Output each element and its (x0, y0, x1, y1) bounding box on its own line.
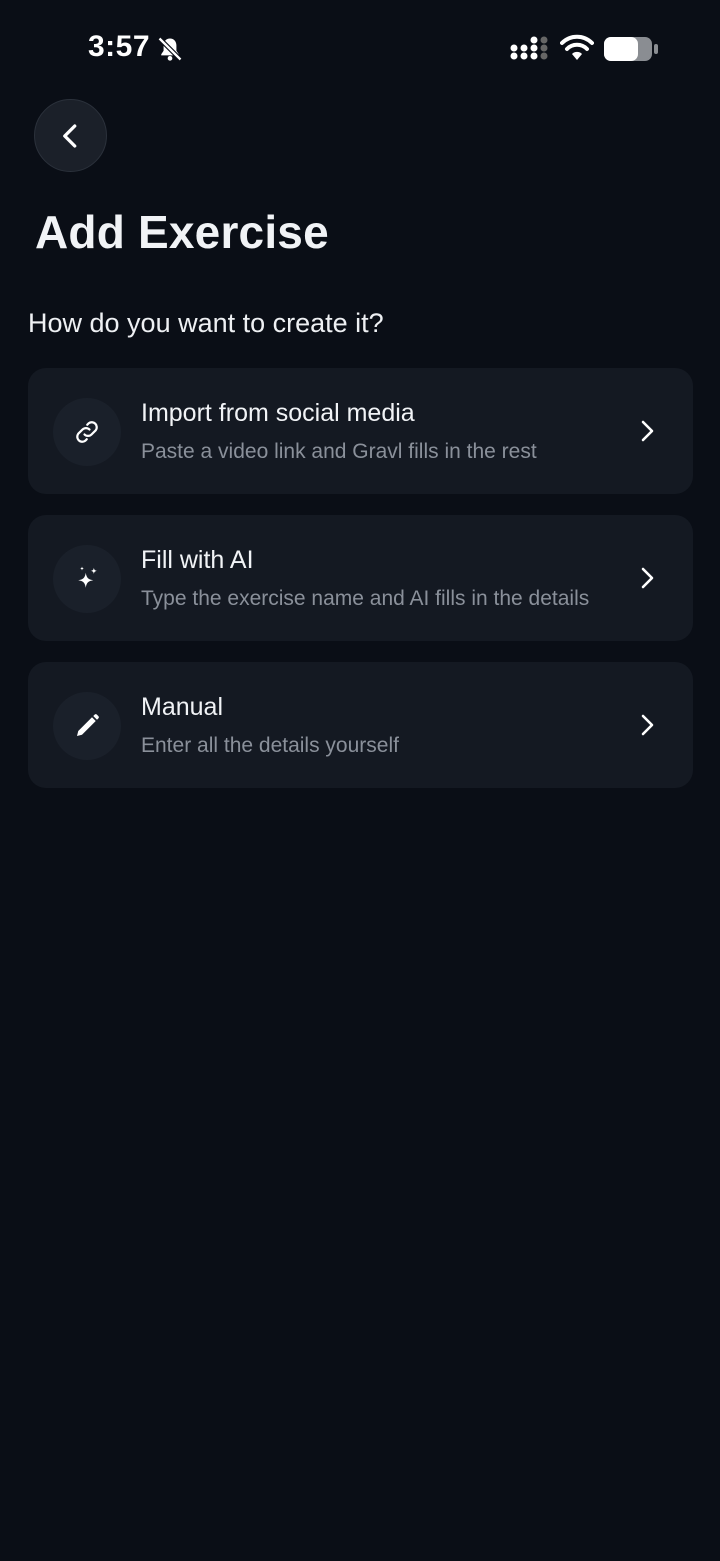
option-description: Paste a video link and Gravl fills in th… (141, 440, 537, 463)
option-title: Import from social media (141, 399, 415, 427)
manual-option[interactable]: Manual Enter all the details yourself (28, 662, 693, 788)
chevron-right-icon (641, 567, 654, 589)
option-description: Type the exercise name and AI fills in t… (141, 587, 590, 610)
sparkles-icon (78, 566, 97, 588)
option-icon-container (53, 692, 121, 760)
battery-icon (604, 37, 658, 61)
back-button[interactable] (34, 99, 107, 172)
option-icon-container (53, 545, 121, 613)
option-title: Manual (141, 693, 223, 721)
fill-with-ai-option[interactable]: Fill with AI Type the exercise name and … (28, 515, 693, 641)
import-social-media-option[interactable]: Import from social media Paste a video l… (28, 368, 693, 494)
chevron-left-icon (62, 123, 76, 148)
bell-slash-icon (157, 36, 183, 62)
chevron-right-icon (641, 420, 654, 442)
page-title: Add Exercise (35, 206, 329, 258)
wifi-icon (560, 34, 594, 60)
option-icon-container (53, 398, 121, 466)
add-exercise-screen: 3:57 Add Exercise How do you want to cre… (0, 0, 720, 1561)
signal-icon (510, 36, 548, 60)
pencil-icon (77, 714, 99, 736)
status-time: 3:57 (88, 30, 151, 63)
option-title: Fill with AI (141, 546, 254, 574)
link-icon (76, 421, 98, 443)
status-bar: 3:57 (0, 0, 720, 98)
create-method-prompt: How do you want to create it? (28, 308, 384, 338)
option-description: Enter all the details yourself (141, 734, 399, 757)
chevron-right-icon (641, 714, 654, 736)
